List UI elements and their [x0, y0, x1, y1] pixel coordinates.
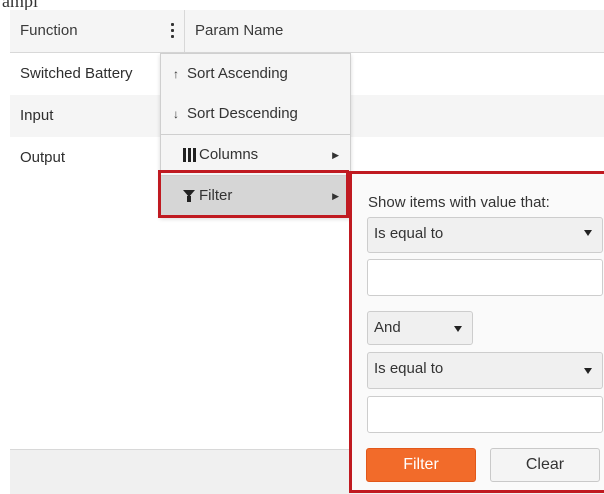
menu-item-sort-descending-label: Sort Descending — [187, 105, 298, 122]
logic-dropdown-value: And — [374, 319, 401, 336]
column-header-function-label: Function — [20, 22, 78, 39]
filter-button[interactable]: Filter — [366, 448, 476, 482]
clear-button[interactable]: Clear — [490, 448, 600, 482]
menu-item-sort-descending[interactable]: ↓ Sort Descending — [161, 94, 350, 134]
filter-value-input-2[interactable] — [367, 396, 603, 433]
operator-dropdown-2[interactable]: Is equal to — [367, 352, 603, 389]
arrow-up-icon: ↑ — [173, 67, 179, 81]
menu-item-sort-ascending-label: Sort Ascending — [187, 65, 288, 82]
chevron-down-icon — [584, 230, 592, 236]
operator-dropdown-1-value: Is equal to — [374, 225, 444, 242]
arrow-down-icon: ↓ — [173, 107, 179, 121]
operator-dropdown-2-value: Is equal to — [374, 360, 444, 377]
filter-value-input-1[interactable] — [367, 259, 603, 296]
page-top-text: ampl — [0, 0, 604, 10]
logic-dropdown[interactable]: And — [367, 311, 473, 345]
column-header-param-name-label: Param Name — [195, 22, 284, 39]
page-top-text-label: ampl — [2, 0, 38, 10]
chevron-down-icon — [454, 326, 462, 332]
column-header-param-name[interactable]: Param Name — [185, 10, 585, 52]
filter-panel-title: Show items with value that: — [368, 194, 550, 211]
column-menu-icon[interactable] — [165, 21, 179, 41]
columns-icon — [183, 148, 197, 162]
menu-item-sort-ascending[interactable]: ↑ Sort Ascending — [161, 54, 350, 94]
menu-item-columns[interactable]: Columns ▶ — [161, 134, 350, 175]
filter-panel: Show items with value that: Is equal to … — [349, 171, 604, 493]
table-cell-function: Output — [20, 149, 66, 166]
table-cell-function: Input — [20, 107, 54, 124]
filter-menu-item-highlight — [158, 170, 349, 218]
menu-item-columns-label: Columns — [199, 146, 259, 163]
grid-header: Function Param Name — [10, 10, 604, 53]
table-cell-function: Switched Battery — [20, 65, 133, 82]
operator-dropdown-1[interactable]: Is equal to — [367, 217, 603, 253]
column-header-function[interactable]: Function — [10, 10, 185, 52]
chevron-right-icon: ▶ — [332, 150, 339, 160]
chevron-down-icon — [584, 368, 592, 374]
